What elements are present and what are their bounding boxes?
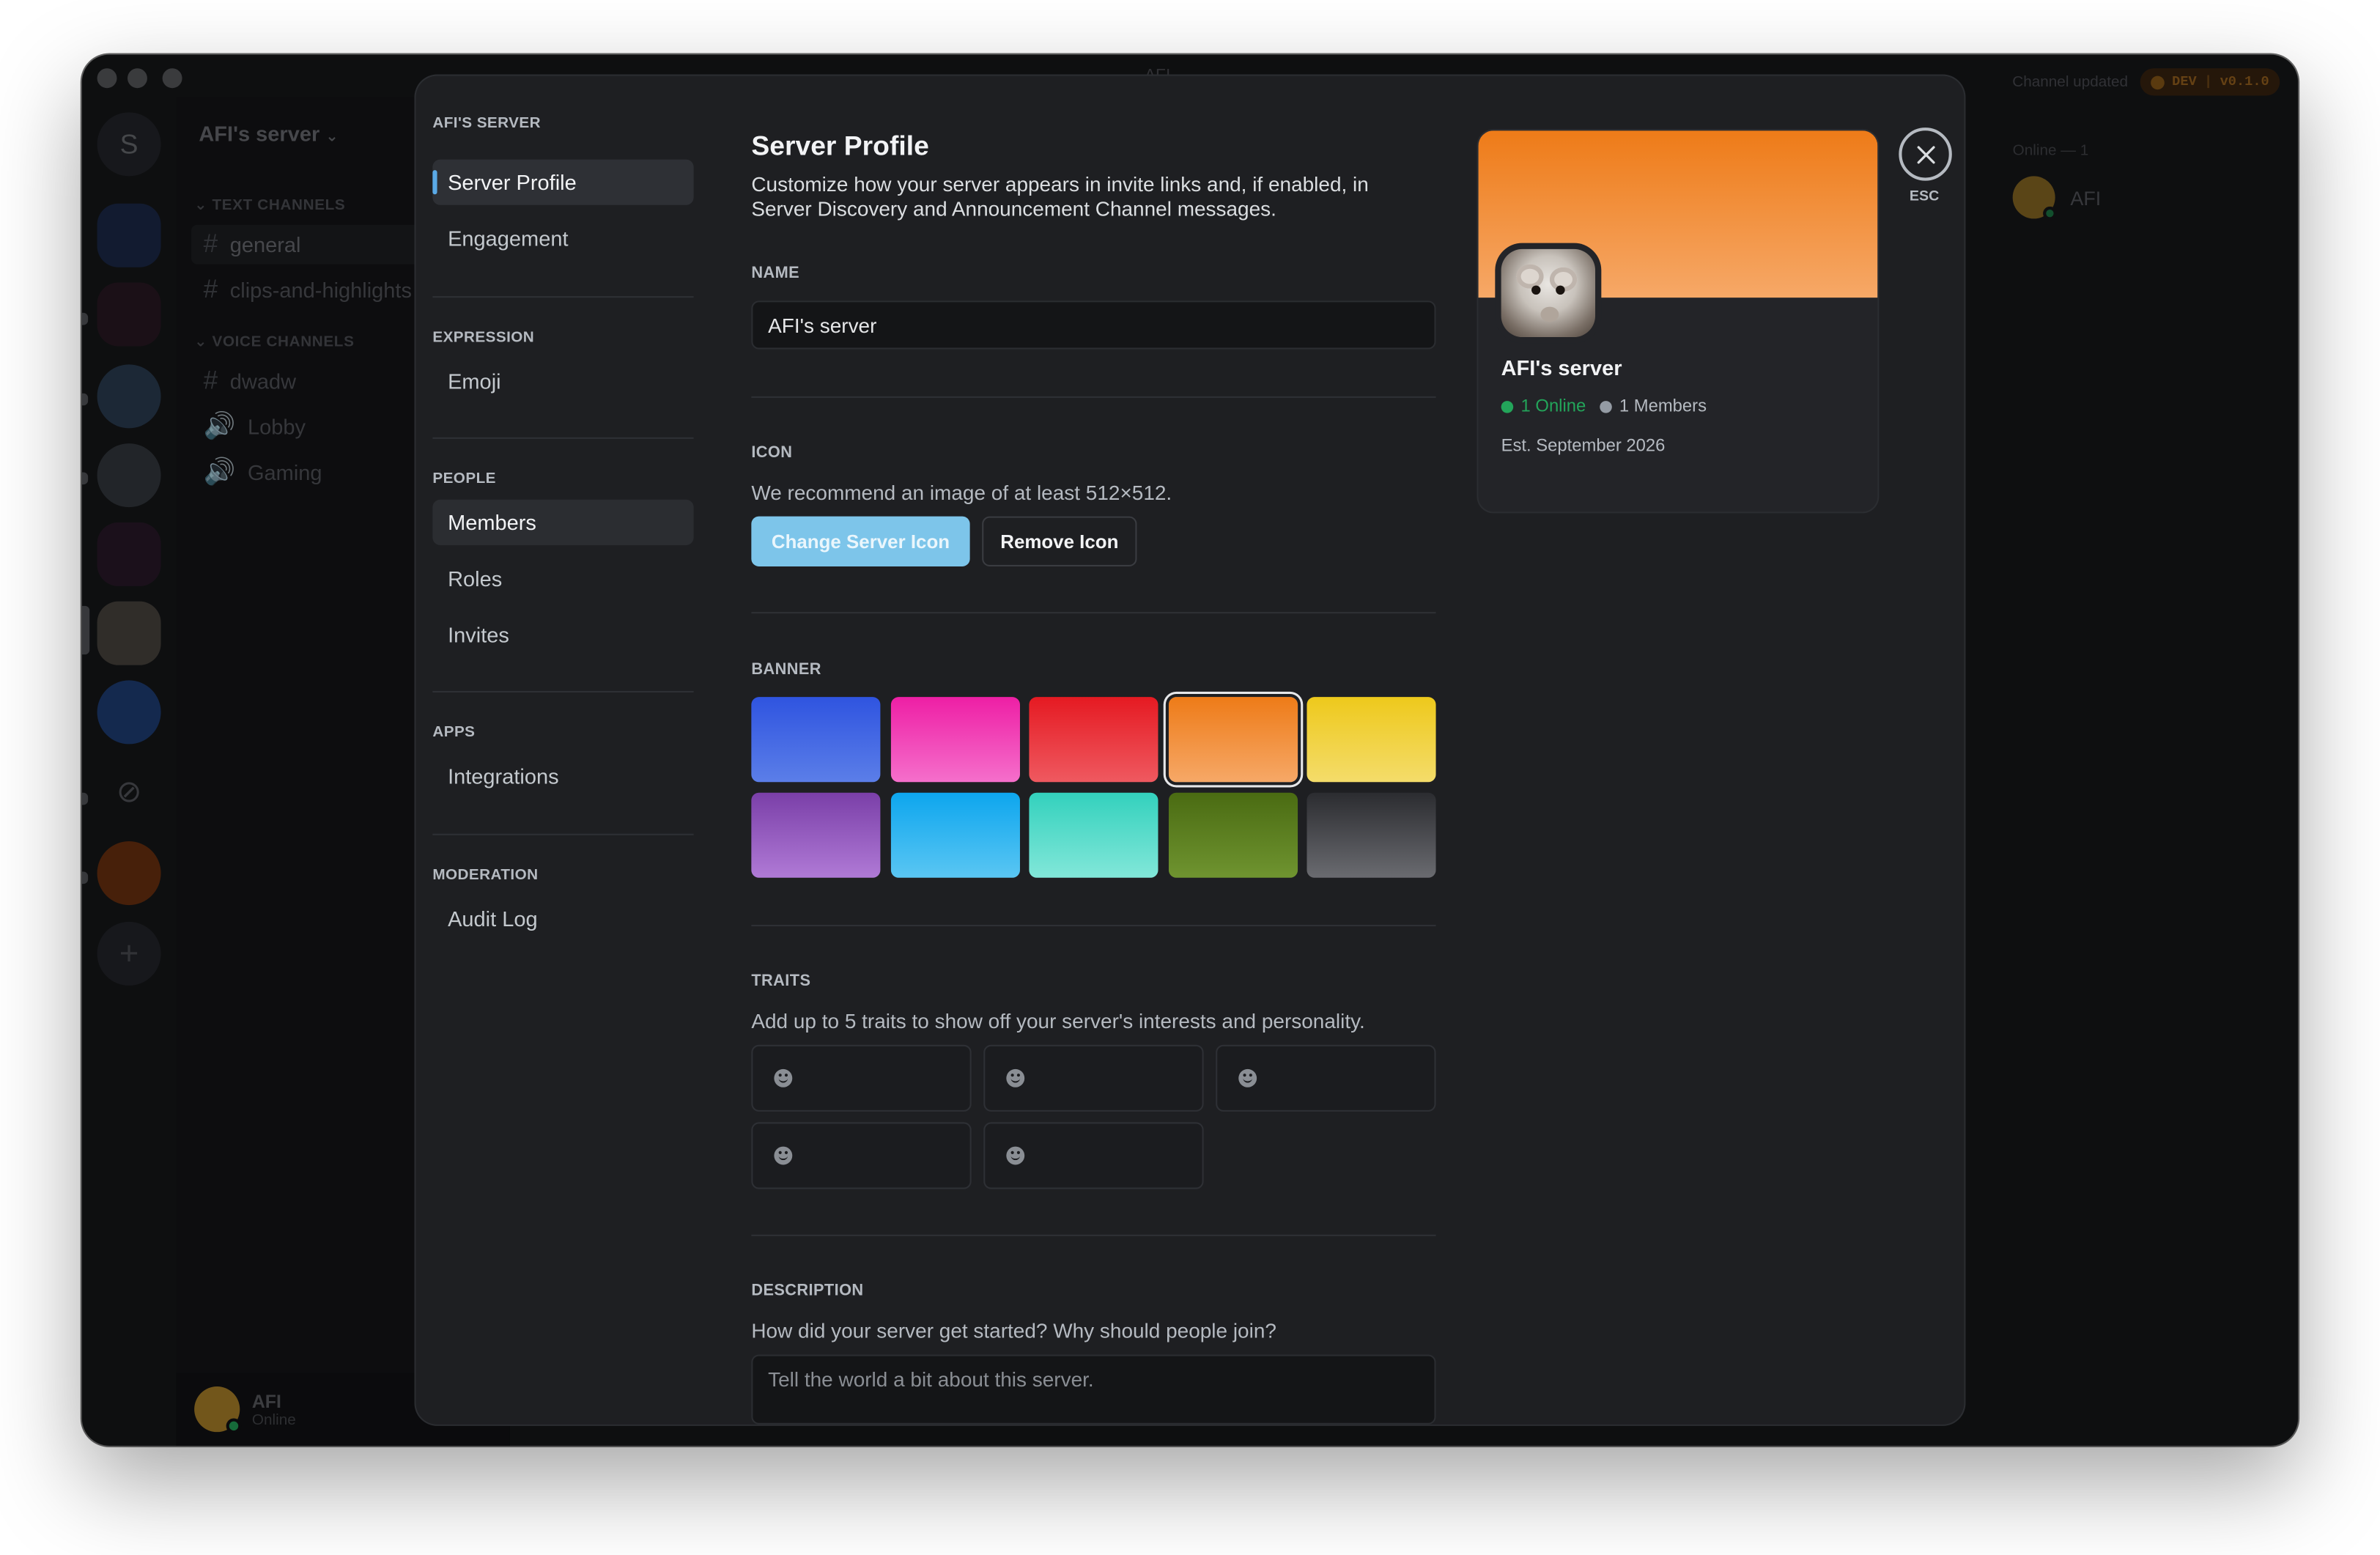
banner-swatch-olive[interactable]	[1167, 792, 1298, 878]
divider	[432, 437, 694, 439]
page-subtitle: Customize how your server appears in inv…	[751, 173, 1369, 221]
banner-swatch-purple[interactable]	[751, 792, 881, 878]
members-dot-icon	[1599, 401, 1612, 413]
nav-integrations[interactable]: Integrations	[432, 753, 693, 799]
banner-label: BANNER	[751, 660, 821, 679]
server-name-input[interactable]: AFI's server	[751, 300, 1436, 350]
name-label: NAME	[751, 264, 800, 283]
online-dot-icon	[1501, 401, 1514, 413]
divider	[432, 296, 694, 298]
nav-audit-log[interactable]: Audit Log	[432, 896, 693, 942]
nav-server-profile[interactable]: Server Profile	[432, 159, 694, 205]
description-textarea[interactable]: Tell the world a bit about this server.	[751, 1354, 1436, 1425]
rat-photo	[1501, 248, 1596, 338]
trait-slot[interactable]	[751, 1044, 972, 1112]
banner-swatch-red[interactable]	[1029, 697, 1158, 783]
change-server-icon-button[interactable]: Change Server Icon	[751, 516, 970, 566]
banner-swatch-blue[interactable]	[751, 697, 881, 783]
nav-members[interactable]: Members	[432, 499, 694, 545]
nav-header-moderation: MODERATION	[432, 867, 539, 884]
remove-icon-button[interactable]: Remove Icon	[982, 516, 1137, 566]
preview-server-name: AFI's server	[1501, 355, 1622, 380]
description-label: DESCRIPTION	[751, 1282, 864, 1300]
emoji-icon	[1006, 1068, 1025, 1087]
description-hint: How did your server get started? Why sho…	[751, 1319, 1276, 1342]
banner-swatch-sky[interactable]	[890, 792, 1019, 878]
trait-slot[interactable]	[751, 1122, 972, 1189]
banner-swatch-orange[interactable]	[1167, 697, 1298, 783]
nav-header-people: PEOPLE	[432, 470, 496, 488]
banner-swatch-pink[interactable]	[890, 697, 1019, 783]
emoji-icon	[1006, 1146, 1025, 1165]
established-date: Est. September 2026	[1501, 437, 1666, 456]
divider	[751, 612, 1436, 614]
trait-slot[interactable]	[983, 1122, 1204, 1189]
nav-header-server: AFI'S SERVER	[432, 115, 542, 133]
nav-header-expression: EXPRESSION	[432, 329, 535, 347]
server-profile-content: Server Profile Customize how your server…	[751, 76, 1436, 1425]
trait-slot[interactable]	[983, 1044, 1204, 1112]
settings-sidebar: AFI'S SERVER Server Profile Engagement E…	[416, 76, 712, 1425]
nav-header-apps: APPS	[432, 724, 476, 742]
close-icon	[1916, 145, 1934, 163]
banner-swatch-gray[interactable]	[1307, 792, 1436, 878]
emoji-icon	[774, 1068, 793, 1087]
traits-label: TRAITS	[751, 972, 811, 991]
preview-server-icon	[1495, 243, 1602, 344]
selected-indicator	[432, 170, 437, 195]
divider	[751, 396, 1436, 398]
server-preview-card: AFI's server 1 Online 1 Members Est. Sep…	[1478, 130, 1878, 512]
icon-hint: We recommend an image of at least 512×51…	[751, 481, 1172, 505]
icon-label: ICON	[751, 443, 793, 462]
page-title: Server Profile	[751, 130, 929, 161]
divider	[751, 1234, 1436, 1236]
member-count: 1 Members	[1619, 397, 1707, 416]
emoji-icon	[774, 1146, 793, 1165]
traits-hint: Add up to 5 traits to show off your serv…	[751, 1010, 1365, 1033]
nav-roles[interactable]: Roles	[432, 555, 693, 601]
online-count: 1 Online	[1520, 397, 1586, 416]
divider	[751, 925, 1436, 927]
banner-swatch-yellow[interactable]	[1307, 697, 1436, 783]
nav-engagement[interactable]: Engagement	[432, 215, 693, 261]
nav-invites[interactable]: Invites	[432, 612, 693, 657]
trait-slot[interactable]	[1216, 1044, 1436, 1112]
divider	[432, 833, 694, 835]
emoji-icon	[1238, 1068, 1257, 1087]
banner-swatch-teal[interactable]	[1029, 792, 1158, 878]
close-button[interactable]	[1899, 128, 1952, 181]
divider	[432, 690, 694, 692]
server-settings-modal: AFI'S SERVER Server Profile Engagement E…	[415, 75, 1965, 1425]
preview-stats: 1 Online 1 Members	[1501, 398, 1707, 416]
nav-emoji[interactable]: Emoji	[432, 358, 693, 404]
esc-label: ESC	[1909, 188, 1940, 205]
